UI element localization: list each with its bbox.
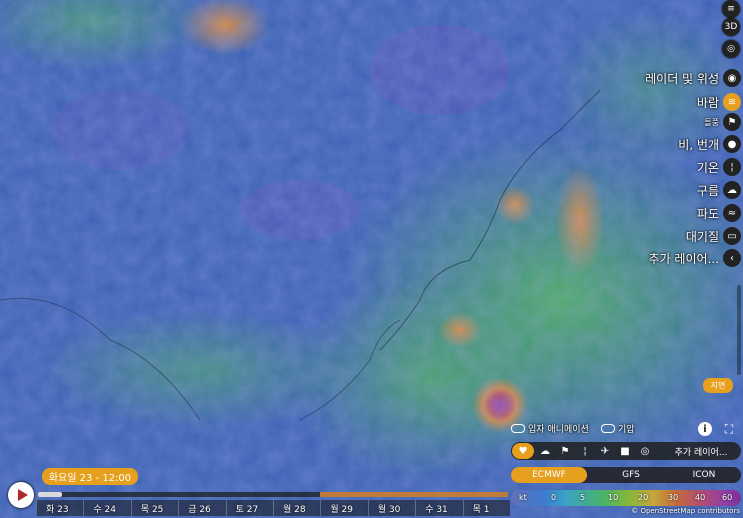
layer-label: 레이더 및 위성 <box>645 71 719 86</box>
day-label[interactable]: 금 26 <box>188 502 211 515</box>
layer-more[interactable]: 추가 레이어... ‹ <box>649 248 743 268</box>
camera-icon[interactable]: ■ <box>617 443 633 459</box>
flag-icon: ⚑ <box>723 113 741 131</box>
play-button[interactable] <box>8 482 34 508</box>
wind-icon: ≋ <box>723 93 741 111</box>
cloud-icon: ☁ <box>723 181 741 199</box>
layer-label: 파도 <box>696 206 719 221</box>
layer-label: 추가 레이어... <box>648 251 719 266</box>
legend-value: 40 <box>695 493 706 502</box>
day-separator <box>83 500 85 516</box>
day-label[interactable]: 월 29 <box>330 502 353 515</box>
day-label[interactable]: 토 27 <box>236 502 259 515</box>
layer-waves[interactable]: 파도 ≈ <box>697 203 743 223</box>
globe-icon: ◉ <box>723 69 741 87</box>
wind-map[interactable] <box>0 0 743 518</box>
day-label[interactable]: 월 30 <box>378 502 401 515</box>
more-layers-button[interactable]: 추가 레이어... <box>662 443 740 459</box>
info-icon[interactable]: i <box>698 422 712 436</box>
day-separator <box>415 500 417 516</box>
day-label[interactable]: 화 23 <box>46 502 69 515</box>
layer-temperature[interactable]: 기온 ¦ <box>697 157 743 177</box>
timeline[interactable]: 화 23 수 24 목 25 금 26 토 27 월 28 월 29 월 30 수 31 목 1 <box>36 490 510 518</box>
chevron-left-icon: ‹ <box>723 249 741 267</box>
model-gfs[interactable]: GFS <box>593 467 669 483</box>
thermometer-icon: ¦ <box>723 158 741 176</box>
layer-label: 대기질 <box>685 229 719 244</box>
car-icon: ▭ <box>723 227 741 245</box>
particles-toggle[interactable]: 입자 애니메이션 <box>511 422 589 435</box>
layer-rain-thunder[interactable]: 비, 번개 ● <box>678 134 743 154</box>
day-label[interactable]: 수 31 <box>425 502 448 515</box>
day-separator <box>36 500 37 516</box>
waves-icon: ≈ <box>723 204 741 222</box>
toggle-icon <box>511 424 525 433</box>
day-separator <box>225 500 227 516</box>
layer-wind[interactable]: 바람 ≋ <box>697 92 743 112</box>
model-ecmwf[interactable]: ECMWF <box>511 467 587 483</box>
layer-radar-satellite[interactable]: 레이더 및 위성 ◉ <box>645 68 743 88</box>
legend-value: 5 <box>580 493 586 502</box>
hurricane-icon[interactable]: ◎ <box>637 443 653 459</box>
wind-speed-legend[interactable]: kt 0 5 10 20 30 40 60 <box>511 490 741 506</box>
layer-clouds[interactable]: 구름 ☁ <box>697 180 743 200</box>
heart-icon[interactable]: ♥ <box>512 443 534 459</box>
pressure-toggle[interactable]: 기압 <box>601 422 635 435</box>
legend-value: 0 <box>551 493 557 502</box>
particles-toggle-label: 입자 애니메이션 <box>528 425 589 435</box>
day-separator <box>273 500 274 516</box>
layer-label: 돌풍 <box>704 117 719 127</box>
layer-label: 구름 <box>696 183 719 198</box>
view-3d-button[interactable]: 3D <box>722 18 740 36</box>
timeline-progress <box>38 492 62 497</box>
hurricane-icon[interactable]: ◎ <box>722 40 740 58</box>
layer-air-quality[interactable]: 대기질 ▭ <box>686 226 743 246</box>
layer-label: 비, 번개 <box>678 137 719 152</box>
altitude-slider[interactable] <box>737 285 741 375</box>
day-label[interactable]: 월 28 <box>283 502 306 515</box>
clouds-icon[interactable]: ☁ <box>537 443 553 459</box>
attribution[interactable]: © OpenStreetMap contributors <box>631 507 740 515</box>
day-separator <box>367 500 369 516</box>
day-label[interactable]: 수 24 <box>93 502 116 515</box>
day-label[interactable]: 목 1 <box>473 502 490 515</box>
play-icon <box>17 489 28 501</box>
thermometer-icon[interactable]: ¦ <box>577 443 593 459</box>
legend-value: 30 <box>668 493 679 502</box>
menu-icon[interactable]: ≡ <box>722 0 740 18</box>
day-separator <box>462 500 464 516</box>
plane-icon[interactable]: ✈ <box>597 443 613 459</box>
drop-icon: ● <box>723 135 741 153</box>
current-time-badge[interactable]: 화요일 23 - 12:00 <box>42 468 138 485</box>
timeline-forecast-range <box>320 492 508 497</box>
legend-value: 60 <box>722 493 733 502</box>
legend-unit: kt <box>519 493 527 502</box>
day-labels: 화 23 수 24 목 25 금 26 토 27 월 28 월 29 월 30 수 31 목 1 <box>36 500 510 516</box>
layer-gusts[interactable]: 돌풍 ⚑ <box>704 112 743 132</box>
day-separator <box>320 500 322 516</box>
legend-value: 10 <box>608 493 619 502</box>
day-label[interactable]: 목 25 <box>141 502 164 515</box>
layer-label: 기온 <box>696 160 719 175</box>
model-icon[interactable]: ICON <box>666 467 742 483</box>
pressure-toggle-label: 기압 <box>618 425 635 435</box>
altitude-badge[interactable]: 지면 <box>703 378 733 393</box>
layer-label: 바람 <box>696 95 719 110</box>
flag-icon[interactable]: ⚑ <box>557 443 573 459</box>
timeline-track[interactable] <box>38 492 508 497</box>
fullscreen-icon[interactable]: ⛶ <box>722 422 736 436</box>
day-separator <box>130 500 132 516</box>
toggle-icon <box>601 424 615 433</box>
day-separator <box>178 500 180 516</box>
legend-value: 20 <box>638 493 649 502</box>
